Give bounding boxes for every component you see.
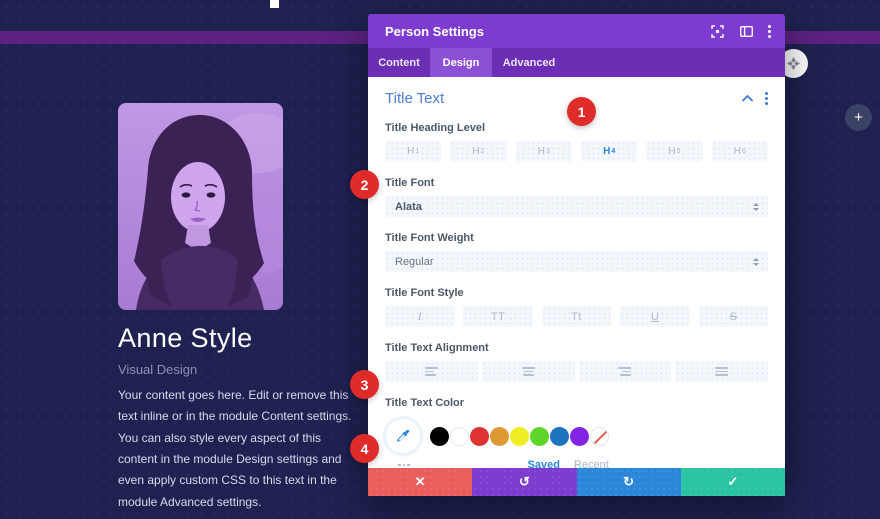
select-arrows-icon xyxy=(753,257,759,266)
align-center-icon xyxy=(521,367,535,376)
modal-header-actions xyxy=(710,24,771,38)
align-left-button[interactable] xyxy=(385,361,478,382)
move-modal-icon[interactable] xyxy=(710,24,724,38)
modal-body: Title Text Title Heading Level H1 H2 H3 … xyxy=(368,77,785,468)
more-colors-icon[interactable] xyxy=(398,463,410,467)
select-arrows-icon xyxy=(753,202,759,211)
person-module: Anne Style Visual Design Your content go… xyxy=(118,103,358,519)
italic-button[interactable]: I xyxy=(385,306,455,327)
swatch-white[interactable] xyxy=(450,426,469,446)
text-color-control: Saved Recent xyxy=(385,416,768,468)
section-menu-icon[interactable] xyxy=(765,91,768,105)
modal-footer: ✕ ↺ ↻ ✓ xyxy=(368,468,785,496)
align-center-button[interactable] xyxy=(481,361,575,382)
heading-h3-button[interactable]: H3 xyxy=(515,141,572,162)
swatch-purple[interactable] xyxy=(570,426,589,446)
saved-colors-tab[interactable]: Saved xyxy=(528,459,560,468)
title-font-select[interactable]: Alata xyxy=(385,196,768,217)
person-name: Anne Style xyxy=(118,323,253,353)
undo-button[interactable]: ↺ xyxy=(472,468,577,496)
annotation-step-4: 4 xyxy=(350,434,379,463)
capitalize-button[interactable]: Tt xyxy=(541,306,612,327)
tab-advanced[interactable]: Advanced xyxy=(492,48,566,77)
close-icon: ✕ xyxy=(414,474,426,489)
discard-button[interactable]: ✕ xyxy=(368,468,473,496)
person-role: Visual Design xyxy=(118,362,198,377)
section-title: Title Text xyxy=(385,89,445,107)
undo-icon: ↺ xyxy=(518,474,530,489)
heading-level-group: H1 H2 H3 H4 H5 H6 xyxy=(385,141,768,162)
strikethrough-button[interactable]: S xyxy=(698,306,769,327)
annotation-step-1: 1 xyxy=(567,97,596,126)
uppercase-button[interactable]: TT xyxy=(463,306,533,327)
align-right-icon xyxy=(618,367,632,376)
dock-modal-icon[interactable] xyxy=(739,24,753,38)
color-swatches xyxy=(430,426,610,446)
font-style-group: I TT Tt U S xyxy=(385,306,769,327)
swatch-none[interactable] xyxy=(590,426,609,446)
align-justify-button[interactable] xyxy=(675,361,768,382)
tab-content[interactable]: Content xyxy=(368,48,430,77)
underline-button[interactable]: U xyxy=(620,306,690,327)
modal-menu-icon[interactable] xyxy=(768,24,771,38)
swatch-yellow[interactable] xyxy=(510,426,529,446)
font-weight-value: Regular xyxy=(395,255,434,268)
annotation-step-3: 3 xyxy=(350,370,379,399)
modal-title: Person Settings xyxy=(385,23,484,39)
align-justify-icon xyxy=(715,367,729,376)
field-label-font-style: Title Font Style xyxy=(385,287,464,299)
swatch-orange[interactable] xyxy=(490,426,509,446)
annotation-step-2: 2 xyxy=(350,170,379,199)
text-alignment-group xyxy=(385,361,768,382)
title-font-value: Alata xyxy=(395,200,422,213)
check-icon: ✓ xyxy=(727,474,739,489)
collapse-chevron-icon[interactable] xyxy=(742,89,753,107)
field-label-text-alignment: Title Text Alignment xyxy=(385,342,489,354)
color-picker-button[interactable] xyxy=(386,419,420,453)
clipped-heading-fragment xyxy=(270,0,279,8)
swatch-blue[interactable] xyxy=(550,426,569,446)
align-left-icon xyxy=(424,367,438,376)
font-weight-select[interactable]: Regular xyxy=(385,251,768,272)
heading-h2-button[interactable]: H2 xyxy=(450,141,507,162)
recent-colors-tab[interactable]: Recent xyxy=(574,459,609,468)
heading-h6-button[interactable]: H6 xyxy=(711,141,768,162)
swatch-green[interactable] xyxy=(530,426,549,446)
tab-design[interactable]: Design xyxy=(430,48,492,77)
modal-header[interactable]: Person Settings xyxy=(368,14,785,48)
heading-h1-button[interactable]: H1 xyxy=(385,141,442,162)
align-right-button[interactable] xyxy=(578,361,672,382)
person-photo xyxy=(118,103,283,310)
field-label-font-weight: Title Font Weight xyxy=(385,232,474,244)
page-background: Anne Style Visual Design Your content go… xyxy=(0,0,880,519)
redo-button[interactable]: ↻ xyxy=(576,468,681,496)
pinwheel-icon xyxy=(786,56,801,71)
swatch-red[interactable] xyxy=(470,426,489,446)
add-button[interactable]: + xyxy=(845,104,872,131)
field-label-title-font: Title Font xyxy=(385,177,435,189)
heading-h5-button[interactable]: H5 xyxy=(646,141,703,162)
heading-h4-button[interactable]: H4 xyxy=(580,141,638,162)
person-settings-modal: Person Settings Content Design Advanced … xyxy=(368,14,785,496)
modal-tabs: Content Design Advanced xyxy=(368,48,785,77)
save-button[interactable]: ✓ xyxy=(680,468,785,496)
field-label-text-color: Title Text Color xyxy=(385,397,465,409)
redo-icon: ↻ xyxy=(623,474,635,489)
person-description: Your content goes here. Edit or remove t… xyxy=(118,388,352,509)
eyedropper-icon xyxy=(396,429,409,442)
swatch-black[interactable] xyxy=(430,426,449,446)
